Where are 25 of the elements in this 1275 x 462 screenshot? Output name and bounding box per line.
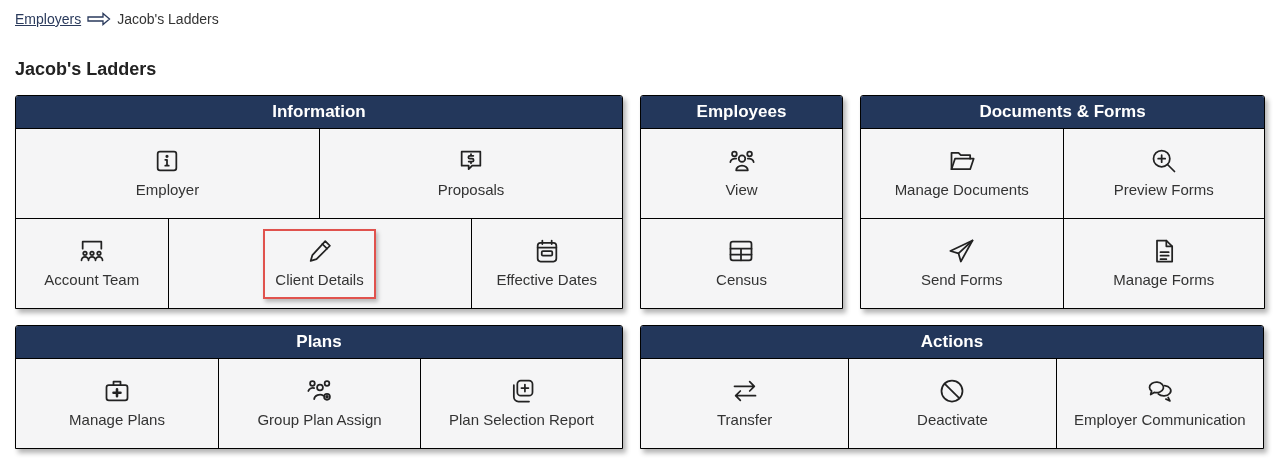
arrow-right-icon [87,12,112,26]
tile-button[interactable]: Plan Selection Report [420,359,622,448]
breadcrumb-link[interactable]: Employers [15,8,82,30]
tile-button[interactable]: Client Details [167,219,471,308]
tile-button[interactable]: Census [641,219,842,308]
tile-button[interactable]: Group Plan Assign [218,359,420,448]
tile-button[interactable]: Employer Communication [1055,359,1263,448]
panel-header: Actions [641,326,1263,359]
tile-button[interactable]: View [641,129,842,218]
tile-button[interactable]: Proposals [319,129,622,218]
breadcrumb-current: Jacob's Ladders [117,9,219,29]
tile-button[interactable]: Deactivate [848,359,1056,448]
panel-header: Information [16,96,622,129]
tile-button[interactable]: Preview Forms [1062,129,1264,218]
panel-header: Plans [16,326,622,359]
panel-header: Documents & Forms [861,96,1264,129]
highlight-frame: Client Details [263,228,376,299]
tile-button[interactable]: Send Forms [861,219,1063,308]
tile-button[interactable]: Manage Plans [16,359,218,448]
tile-button[interactable]: Account Team [16,219,168,308]
tile-button[interactable]: Manage Forms [1062,219,1264,308]
page-heading: Jacob's Ladders [15,58,158,80]
panel-header: Employees [641,96,842,129]
tile-button[interactable]: Transfer [641,359,849,448]
tile-button[interactable]: Effective Dates [470,219,622,308]
